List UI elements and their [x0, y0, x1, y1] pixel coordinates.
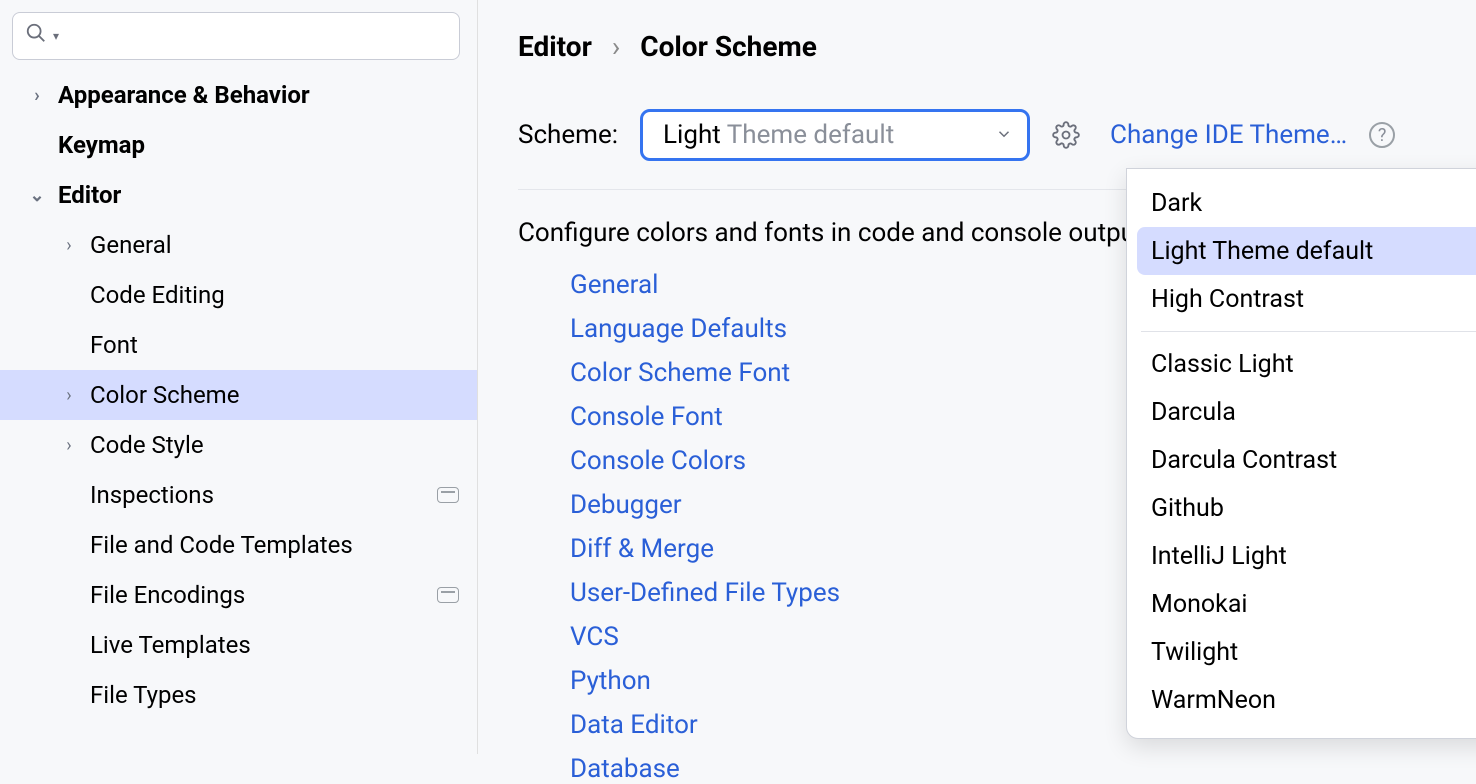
sidebar-item-label: Color Scheme [90, 381, 239, 409]
sidebar-item-code-style[interactable]: › Code Style [0, 420, 477, 470]
scheme-value: Light Theme default [663, 120, 894, 150]
gear-icon[interactable] [1052, 121, 1080, 149]
scheme-label: Scheme: [518, 120, 618, 150]
scope-badge-icon [437, 587, 459, 603]
scheme-combobox[interactable]: Light Theme default [640, 109, 1030, 161]
sidebar-item-label: Font [90, 331, 138, 359]
sidebar-item-editor[interactable]: ⌄ Editor [0, 170, 477, 220]
sidebar-item-live-templates[interactable]: ›Live Templates [0, 620, 477, 670]
settings-sidebar: ▾ ›Appearance & Behavior›Keymap⌄Editor›G… [0, 0, 478, 754]
breadcrumb: Editor › Color Scheme [518, 30, 1476, 63]
sidebar-item-label: Appearance & Behavior [58, 81, 310, 109]
dropdown-option[interactable]: Monokai [1127, 580, 1476, 628]
help-icon[interactable]: ? [1369, 122, 1395, 148]
sidebar-item-label: Editor [58, 181, 121, 209]
sidebar-item-label: Inspections [90, 481, 214, 509]
settings-tree: ›Appearance & Behavior›Keymap⌄Editor›Gen… [0, 70, 477, 720]
dropdown-option[interactable]: IntelliJ Light [1127, 532, 1476, 580]
sidebar-item-color-scheme[interactable]: › Color Scheme [0, 370, 477, 420]
sidebar-item-label: Live Templates [90, 631, 251, 659]
sidebar-item-label: File and Code Templates [90, 531, 353, 559]
sidebar-item-label: File Encodings [90, 581, 245, 609]
chevron-right-icon: › [612, 30, 620, 63]
chevron-down-icon: ▾ [53, 29, 59, 43]
breadcrumb-item[interactable]: Editor [518, 30, 592, 63]
search-icon [25, 22, 47, 50]
chevron-right-icon: › [26, 85, 48, 106]
scope-badge-icon [437, 487, 459, 503]
sidebar-item-label: Code Style [90, 431, 204, 459]
dropdown-option[interactable]: High Contrast [1127, 275, 1476, 323]
dropdown-option[interactable]: Twilight [1127, 628, 1476, 676]
sidebar-item-keymap[interactable]: ›Keymap [0, 120, 477, 170]
sidebar-item-label: General [90, 231, 172, 259]
chevron-right-icon: › [58, 435, 80, 456]
dropdown-option[interactable]: Dark [1127, 179, 1476, 227]
breadcrumb-item: Color Scheme [640, 30, 817, 63]
change-ide-theme-link[interactable]: Change IDE Theme… [1110, 120, 1347, 150]
chevron-right-icon: › [58, 235, 80, 256]
dropdown-option[interactable]: Github [1127, 484, 1476, 532]
sidebar-item-label: Code Editing [90, 281, 225, 309]
sidebar-item-file-and-code-templates[interactable]: ›File and Code Templates [0, 520, 477, 570]
dropdown-option[interactable]: Darcula [1127, 388, 1476, 436]
dropdown-option[interactable]: Light Theme default [1137, 227, 1476, 275]
chevron-down-icon: ⌄ [26, 185, 48, 206]
search-input[interactable] [65, 23, 447, 49]
chevron-right-icon: › [58, 385, 80, 406]
scheme-dropdown[interactable]: DarkLight Theme defaultHigh Contrast Clas… [1126, 168, 1476, 739]
sidebar-item-appearance-behavior[interactable]: › Appearance & Behavior [0, 70, 477, 120]
dropdown-option[interactable]: Darcula Contrast [1127, 436, 1476, 484]
sidebar-item-font[interactable]: ›Font [0, 320, 477, 370]
sidebar-item-file-encodings[interactable]: ›File Encodings [0, 570, 477, 620]
sidebar-item-label: File Types [90, 681, 197, 709]
search-wrap: ▾ [0, 12, 477, 70]
dropdown-option[interactable]: WarmNeon [1127, 676, 1476, 724]
sidebar-item-general[interactable]: › General [0, 220, 477, 270]
sidebar-item-code-editing[interactable]: ›Code Editing [0, 270, 477, 320]
search-box[interactable]: ▾ [12, 12, 460, 60]
main-panel: Editor › Color Scheme Scheme: Light Them… [478, 0, 1476, 754]
chevron-down-icon [995, 120, 1013, 150]
dropdown-option[interactable]: Classic Light [1127, 340, 1476, 388]
separator [1141, 331, 1476, 332]
category-link[interactable]: Database [570, 754, 1476, 784]
sidebar-item-label: Keymap [58, 131, 145, 159]
sidebar-item-inspections[interactable]: ›Inspections [0, 470, 477, 520]
sidebar-item-file-types[interactable]: ›File Types [0, 670, 477, 720]
